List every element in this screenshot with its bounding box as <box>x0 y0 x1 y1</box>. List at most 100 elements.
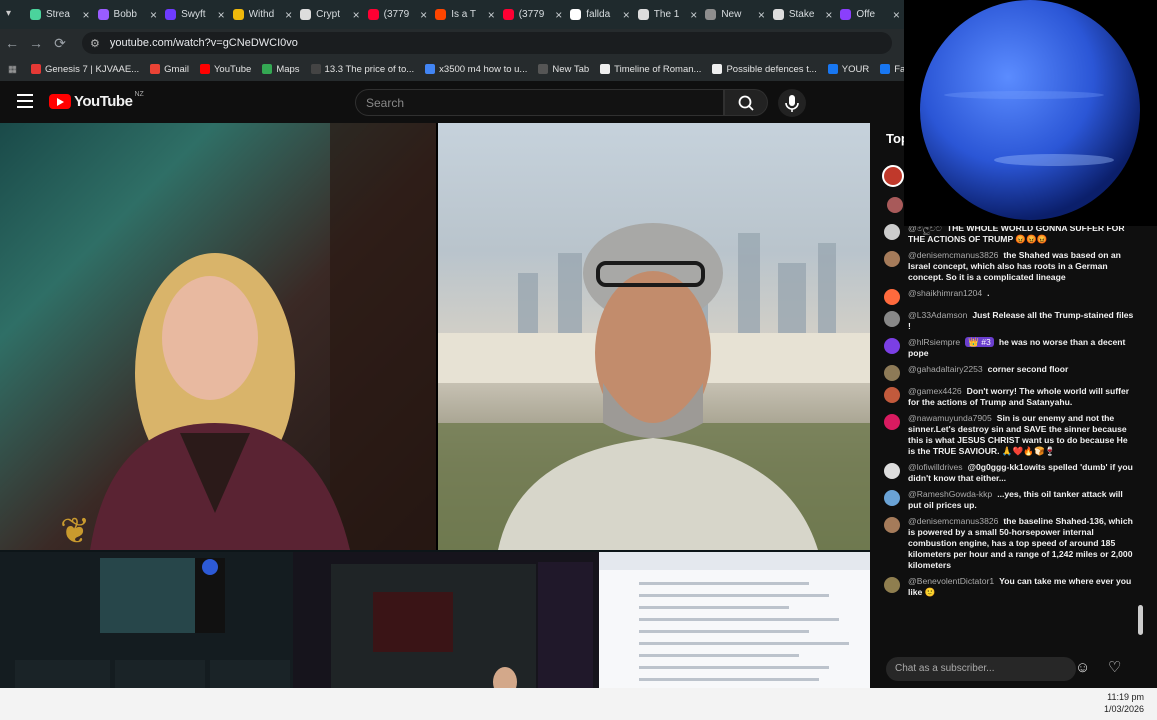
tab-close-icon[interactable]: × <box>285 8 292 22</box>
tab-close-icon[interactable]: × <box>555 8 562 22</box>
voice-search-button[interactable] <box>778 89 806 117</box>
preview-obs-window[interactable] <box>0 552 293 710</box>
chat-author: @L33Adamson <box>908 310 968 320</box>
browser-tab[interactable]: Strea × <box>26 0 94 29</box>
browser-tab[interactable]: Offe × <box>836 0 904 29</box>
browser-tab[interactable]: (3779 × <box>499 0 567 29</box>
tab-close-icon[interactable]: × <box>150 8 157 22</box>
bookmark-item[interactable]: YouTube <box>199 64 251 75</box>
reporter-person-image <box>438 223 870 550</box>
chat-scrollbar-thumb[interactable] <box>1138 605 1143 635</box>
chat-message[interactable]: @denisemcmanus3826 the Shahed was based o… <box>884 250 1134 283</box>
browser-tab[interactable]: Stake × <box>769 0 837 29</box>
bookmark-label: YOUR <box>841 63 870 75</box>
chat-avatar <box>884 338 900 354</box>
bookmark-favicon-icon <box>262 64 273 74</box>
chat-author: @denisemcmanus3826 <box>908 250 999 260</box>
tab-title: (3779 <box>383 9 410 20</box>
tab-close-icon[interactable]: × <box>353 8 360 22</box>
tab-title: The 1 <box>653 9 680 20</box>
bookmark-favicon-icon <box>30 64 41 74</box>
chat-scrollbar[interactable] <box>1138 225 1143 635</box>
chat-message[interactable]: @denisemcmanus3826 the baseline Shahed-13… <box>884 516 1134 571</box>
chat-message[interactable]: @මලුවිට THE WHOLE WORLD GONNA SUFFER FOR … <box>884 223 1134 245</box>
youtube-play-icon <box>49 94 71 109</box>
browser-tab[interactable]: New × <box>701 0 769 29</box>
bookmark-item[interactable]: Gmail <box>150 64 189 75</box>
tab-favicon-icon <box>705 9 717 20</box>
tab-favicon-icon <box>165 9 177 20</box>
chat-message[interactable]: @L33Adamson Just Release all the Trump-st… <box>884 310 1134 332</box>
tab-close-icon[interactable]: × <box>420 8 427 22</box>
search-icon <box>738 95 754 111</box>
video-player[interactable]: ❦ <box>0 123 870 550</box>
bookmark-favicon-icon <box>600 64 611 74</box>
bookmark-label: New Tab <box>552 63 590 75</box>
url-field[interactable]: ⚙ youtube.com/watch?v=gCNeDWCI0vo <box>82 32 892 54</box>
tab-close-icon[interactable]: × <box>690 8 697 22</box>
bookmark-favicon-icon <box>199 64 210 74</box>
tab-title: Is a T <box>451 9 477 20</box>
tab-close-icon[interactable]: × <box>825 8 832 22</box>
microphone-icon <box>785 95 799 112</box>
bookmark-label: Timeline of Roman... <box>614 63 702 75</box>
reload-icon[interactable]: ⟳ <box>48 35 72 52</box>
bookmark-item[interactable]: Facebook green <box>880 64 904 75</box>
bookmark-item[interactable]: YOUR <box>827 63 870 75</box>
tab-favicon-icon <box>30 9 41 20</box>
chat-author: @gahadaltairy2253 <box>908 364 983 374</box>
chat-message[interactable]: @lofiwilldrives @0g0ggg-kk1owits spelled … <box>884 462 1134 484</box>
bookmark-item[interactable]: Genesis 7 | KJVAAE... <box>30 64 139 75</box>
bookmark-item[interactable]: Possible defences t... <box>712 64 817 75</box>
forward-icon[interactable]: → <box>24 35 48 51</box>
preview-stream-window[interactable] <box>293 552 599 710</box>
tab-close-icon[interactable]: × <box>893 8 900 22</box>
apps-grid-icon[interactable]: ▦ <box>8 64 17 75</box>
menu-icon[interactable] <box>17 94 33 108</box>
browser-tab[interactable]: (3779 × <box>364 0 432 29</box>
chat-message[interactable]: @RameshGowda-kkp ...yes, this oil tanker … <box>884 489 1134 511</box>
back-icon[interactable]: ← <box>0 35 24 51</box>
browser-tab[interactable]: Withd × <box>229 0 297 29</box>
chat-message[interactable]: @hlRsiempre 👑 #3 he was no worse than a de… <box>884 337 1134 359</box>
browser-tab[interactable]: Crypt × <box>296 0 364 29</box>
bookmark-item[interactable]: x3500 m4 how to u... <box>425 64 527 75</box>
preview-document-window[interactable] <box>599 552 870 710</box>
bookmark-label: 13.3 The price of to... <box>324 63 415 75</box>
chat-message[interactable]: @gamex4426 Don't worry! The whole world w… <box>884 386 1134 408</box>
system-clock[interactable]: 11:19 pm 1/03/2026 <box>1104 691 1144 715</box>
tab-close-icon[interactable]: × <box>218 8 225 22</box>
browser-tab[interactable]: fallda × <box>566 0 634 29</box>
chat-message[interactable]: @nawamuyunda7905 Sin is our enemy and not… <box>884 413 1134 457</box>
browser-tab[interactable]: Is a T × <box>431 0 499 29</box>
bookmark-item[interactable]: New Tab <box>538 64 589 75</box>
search-input[interactable]: Search <box>355 89 724 116</box>
browser-tab[interactable]: The 1 × <box>634 0 702 29</box>
chat-avatar <box>884 251 900 267</box>
chat-avatar <box>884 490 900 506</box>
tab-title: Swyft <box>181 9 206 20</box>
bookmark-item[interactable]: 13.3 The price of to... <box>310 63 415 75</box>
tab-favicon-icon <box>367 9 379 20</box>
tab-close-icon[interactable]: × <box>623 8 630 22</box>
tab-close-icon[interactable]: × <box>83 8 90 22</box>
chat-message[interactable]: @BenevolentDictator1 You can take me wher… <box>884 576 1134 598</box>
bookmark-item[interactable]: Timeline of Roman... <box>600 64 701 75</box>
browser-tab[interactable]: Swyft × <box>161 0 229 29</box>
search-button[interactable] <box>724 89 768 116</box>
site-info-icon[interactable]: ⚙ <box>90 37 100 50</box>
chat-author: @shaikhimran1204 <box>908 288 983 298</box>
heart-icon[interactable]: ♡ <box>1108 658 1121 676</box>
chat-message[interactable]: @gahadaltairy2253 corner second floor <box>884 364 1134 381</box>
tab-search-icon[interactable]: ▾ <box>6 8 11 19</box>
bookmark-item[interactable]: Maps <box>262 63 300 75</box>
bookmark-label: Maps <box>276 63 300 75</box>
emoji-icon[interactable]: ☺ <box>1075 659 1090 676</box>
chat-author: @BenevolentDictator1 <box>908 576 995 586</box>
tab-close-icon[interactable]: × <box>758 8 765 22</box>
tab-close-icon[interactable]: × <box>488 8 495 22</box>
chat-message[interactable]: @shaikhimran1204. <box>884 288 1134 305</box>
youtube-logo[interactable]: YouTube NZ <box>49 91 144 110</box>
browser-tab[interactable]: Bobb × <box>94 0 162 29</box>
chat-input[interactable]: Chat as a subscriber... <box>886 657 1076 681</box>
